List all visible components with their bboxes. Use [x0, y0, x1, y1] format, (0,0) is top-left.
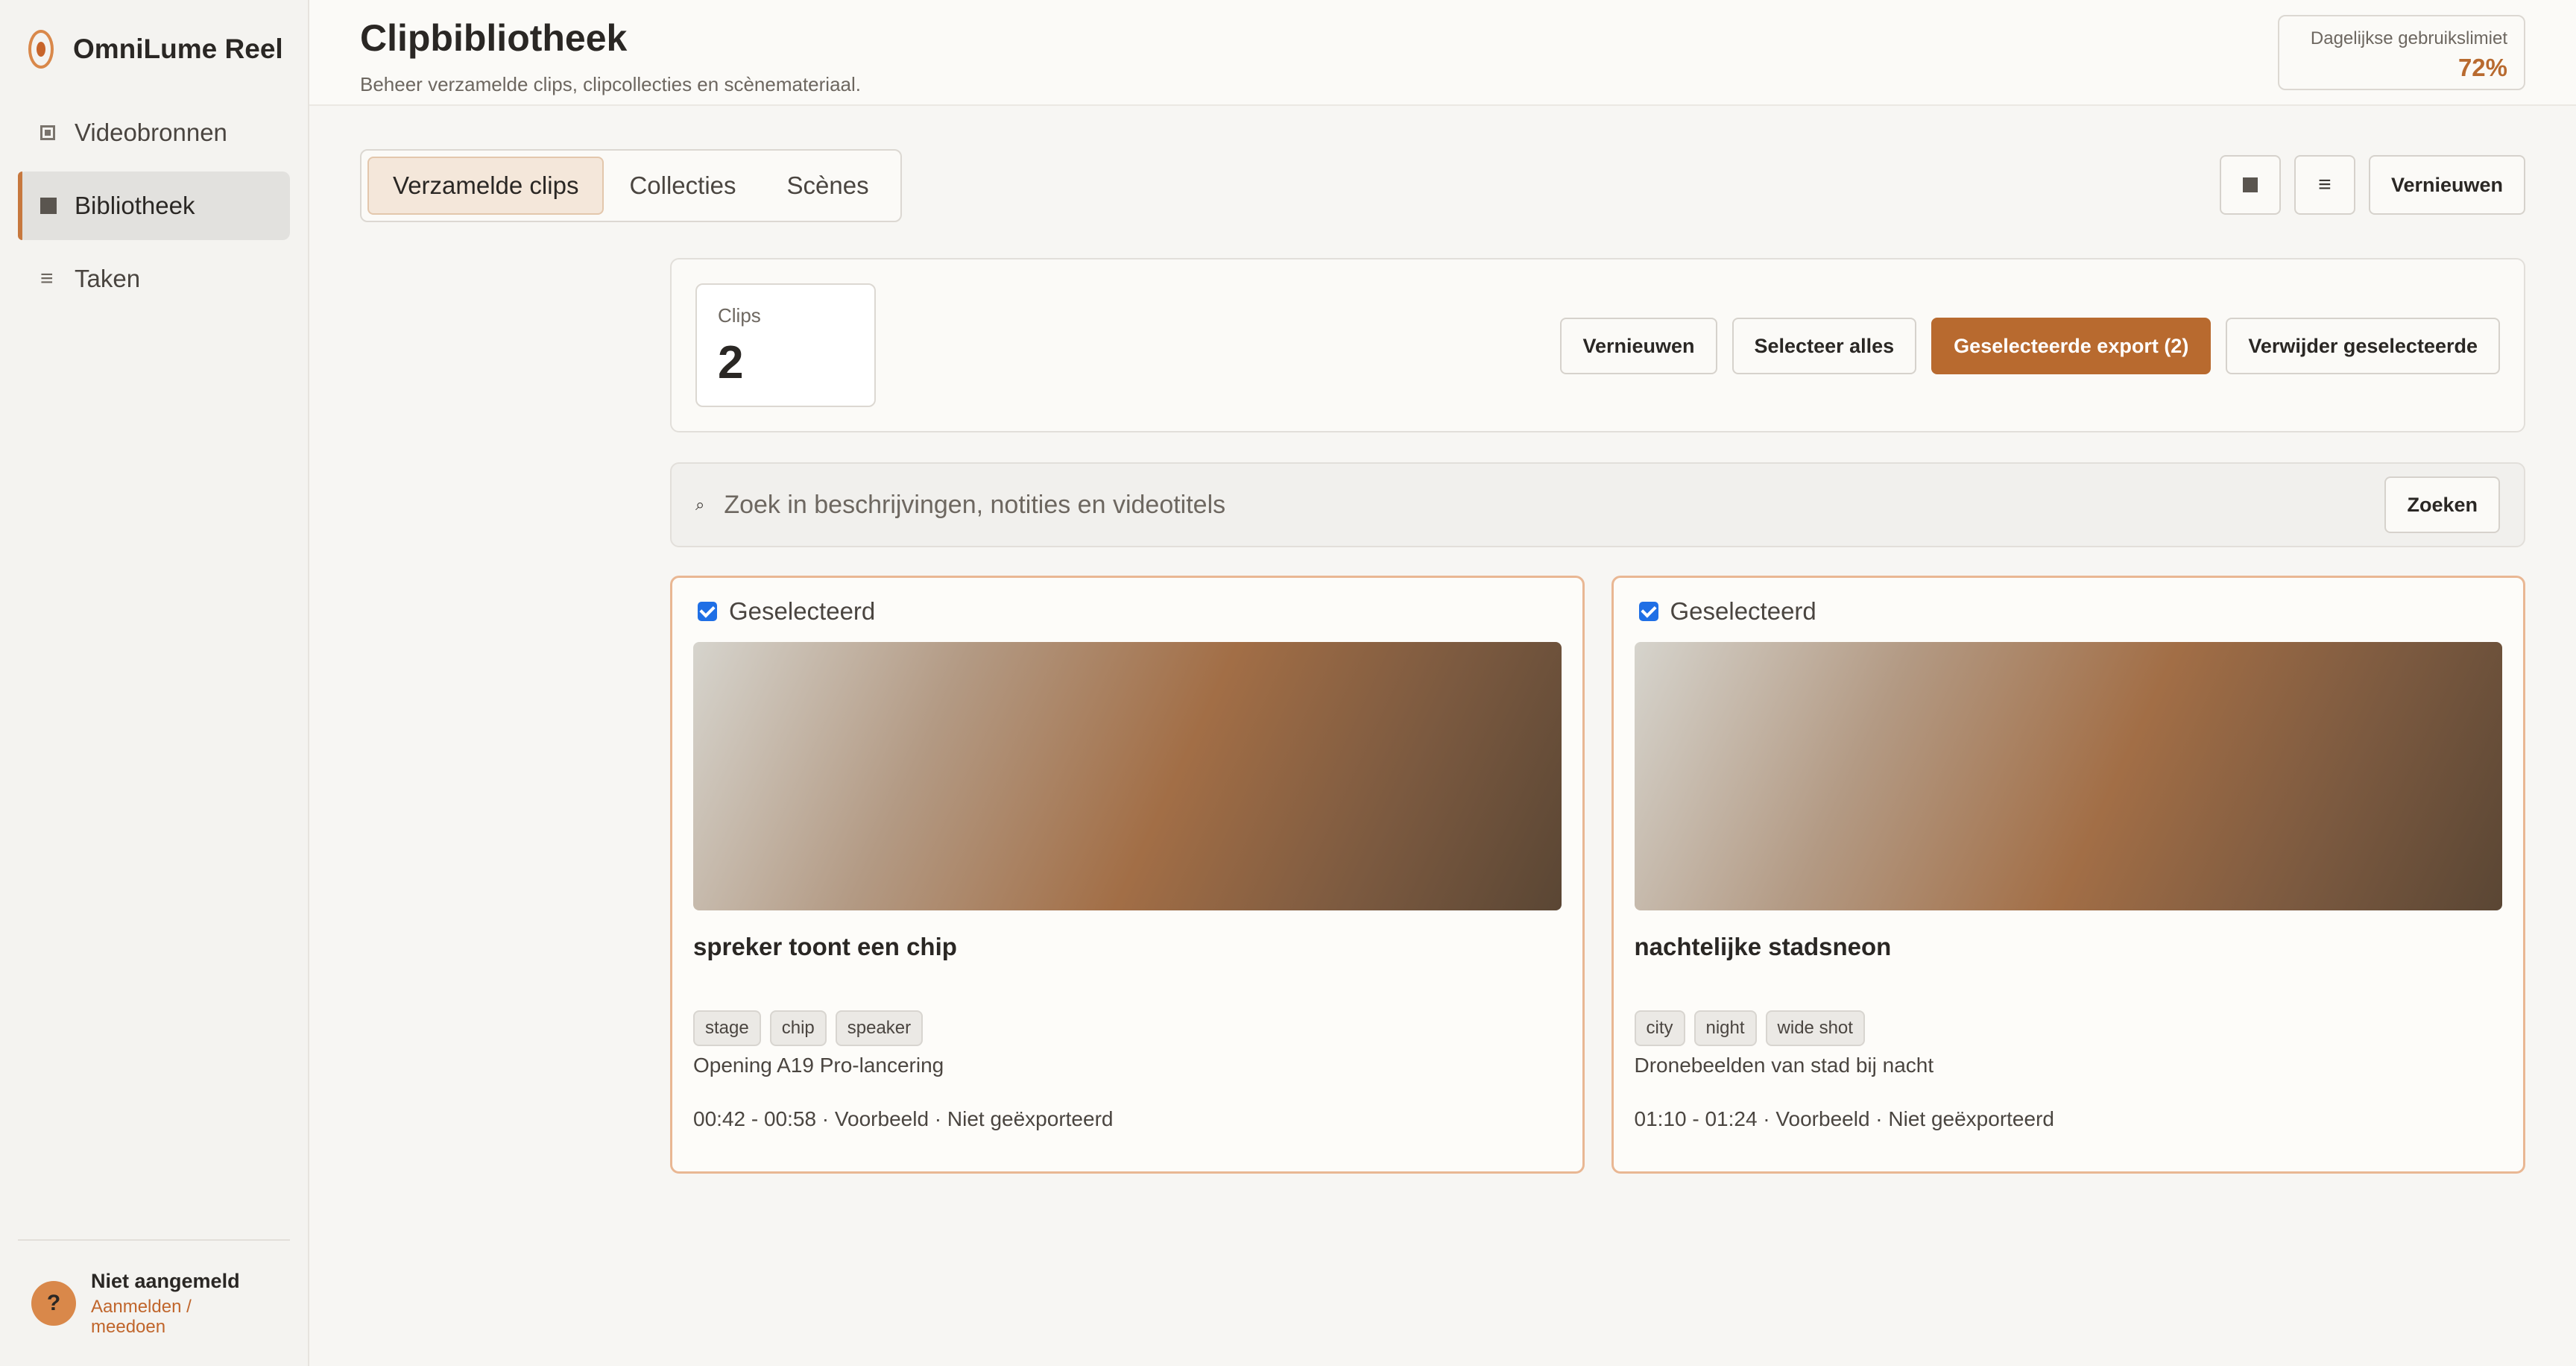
- user-status: Niet aangemeld: [91, 1270, 240, 1293]
- delete-selected-button[interactable]: Verwijder geselecteerde: [2226, 318, 2500, 374]
- clips-count-label: Clips: [718, 304, 761, 327]
- clip-tags: stage chip speaker: [693, 1010, 1562, 1046]
- search-bar: ⌕ Zoeken: [670, 462, 2525, 547]
- clip-title: spreker toont een chip: [693, 933, 957, 960]
- app-name: OmniLume Reel: [73, 34, 283, 64]
- clip-select-checkbox[interactable]: Geselecteerd: [1638, 597, 2503, 626]
- clip-tags: city night wide shot: [1634, 1010, 2503, 1046]
- usage-limit-badge: Dagelijkse gebruikslimiet 72%: [2278, 15, 2525, 90]
- video-source-icon: [40, 125, 75, 140]
- select-all-button[interactable]: Selecteer alles: [1731, 318, 1917, 374]
- checkbox-label: Geselecteerd: [1670, 597, 1816, 625]
- clip-meta: 00:42 - 00:58 · Voorbeeld · Niet geëxpor…: [693, 1107, 1114, 1130]
- user-panel: ? Niet aangemeld Aanmelden / meedoen: [18, 1239, 290, 1366]
- search-input[interactable]: [724, 490, 2385, 520]
- page-subtitle: Beheer verzamelde clips, clipcollecties …: [360, 73, 861, 95]
- tab-scenes[interactable]: Scènes: [762, 157, 894, 215]
- checkbox-checked-icon[interactable]: [698, 602, 717, 621]
- list-view-button[interactable]: ≡: [2294, 155, 2355, 215]
- sign-in-link[interactable]: Aanmelden / meedoen: [91, 1297, 225, 1337]
- tag: speaker: [835, 1010, 924, 1046]
- view-tools: ≡ Vernieuwen: [2219, 155, 2525, 215]
- sidebar-item-videobronnen[interactable]: Videobronnen: [18, 98, 290, 167]
- usage-value: 72%: [2457, 54, 2507, 81]
- tab-collecties[interactable]: Collecties: [604, 157, 761, 215]
- clip-description: Opening A19 Pro-lancering: [693, 1054, 944, 1077]
- tab-bar: Verzamelde clips Collecties Scènes: [360, 149, 902, 222]
- refresh-button[interactable]: Vernieuwen: [2368, 155, 2525, 215]
- app-root: OmniLume Reel Videobronnen Bibliotheek ≡…: [0, 0, 2576, 1366]
- search-icon: ⌕: [695, 495, 705, 514]
- sidebar-item-label: Videobronnen: [75, 119, 227, 146]
- search-button[interactable]: Zoeken: [2384, 476, 2500, 533]
- sidebar-item-label: Taken: [75, 265, 141, 292]
- grid-view-button[interactable]: [2219, 155, 2281, 215]
- tag: night: [1693, 1010, 1757, 1046]
- clip-select-checkbox[interactable]: Geselecteerd: [698, 597, 1562, 626]
- tag: stage: [693, 1010, 761, 1046]
- clip-meta: 01:10 - 01:24 · Voorbeeld · Niet geëxpor…: [1634, 1107, 2054, 1130]
- sidebar-item-bibliotheek[interactable]: Bibliotheek: [18, 171, 290, 240]
- tag: city: [1634, 1010, 1685, 1046]
- clips-summary-panel: Clips 2 Vernieuwen Selecteer alles Gesel…: [670, 258, 2525, 432]
- sidebar-nav: Videobronnen Bibliotheek ≡ Taken: [0, 98, 308, 313]
- main-content: Clipbibliotheek Beheer verzamelde clips,…: [309, 0, 2576, 1366]
- checkbox-checked-icon[interactable]: [1638, 602, 1658, 621]
- sidebar: OmniLume Reel Videobronnen Bibliotheek ≡…: [0, 0, 309, 1366]
- page-header: Clipbibliotheek Beheer verzamelde clips,…: [309, 0, 2576, 106]
- avatar[interactable]: ?: [31, 1281, 76, 1326]
- user-info: Niet aangemeld Aanmelden / meedoen: [91, 1270, 240, 1337]
- clips-count-value: 2: [718, 337, 744, 388]
- toolbar-row: Verzamelde clips Collecties Scènes ≡ Ver…: [360, 149, 2525, 222]
- clip-title: nachtelijke stadsneon: [1634, 933, 1892, 960]
- sidebar-item-taken[interactable]: ≡ Taken: [18, 245, 290, 313]
- usage-label: Dagelijkse gebruikslimiet: [2310, 28, 2507, 48]
- clip-description: Dronebeelden van stad bij nacht: [1634, 1054, 1934, 1077]
- clip-card[interactable]: Geselecteerd spreker toont een chip stag…: [670, 576, 1585, 1174]
- tag: chip: [769, 1010, 827, 1046]
- clip-thumbnail[interactable]: [1634, 642, 2502, 910]
- library-icon: [40, 198, 75, 214]
- clip-grid: Geselecteerd spreker toont een chip stag…: [670, 576, 2525, 1174]
- omnilume-logo-icon: [28, 30, 54, 69]
- page-title: Clipbibliotheek: [360, 17, 628, 59]
- tag: wide shot: [1765, 1010, 1865, 1046]
- list-view-icon: ≡: [2318, 172, 2332, 197]
- clip-thumbnail[interactable]: [693, 642, 1562, 910]
- clips-count-card: Clips 2: [695, 283, 876, 407]
- bulk-actions: Vernieuwen Selecteer alles Geselecteerde…: [1560, 318, 2500, 374]
- tab-verzamelde-clips[interactable]: Verzamelde clips: [367, 157, 604, 215]
- export-selected-button[interactable]: Geselecteerde export (2): [1931, 318, 2212, 374]
- sidebar-item-label: Bibliotheek: [75, 192, 195, 219]
- brand: OmniLume Reel: [0, 0, 308, 98]
- grid-view-icon: [2242, 177, 2258, 192]
- clip-card[interactable]: Geselecteerd nachtelijke stadsneon city …: [1611, 576, 2525, 1174]
- checkbox-label: Geselecteerd: [729, 597, 876, 625]
- list-icon: ≡: [40, 266, 54, 291]
- refresh-clips-button[interactable]: Vernieuwen: [1560, 318, 1717, 374]
